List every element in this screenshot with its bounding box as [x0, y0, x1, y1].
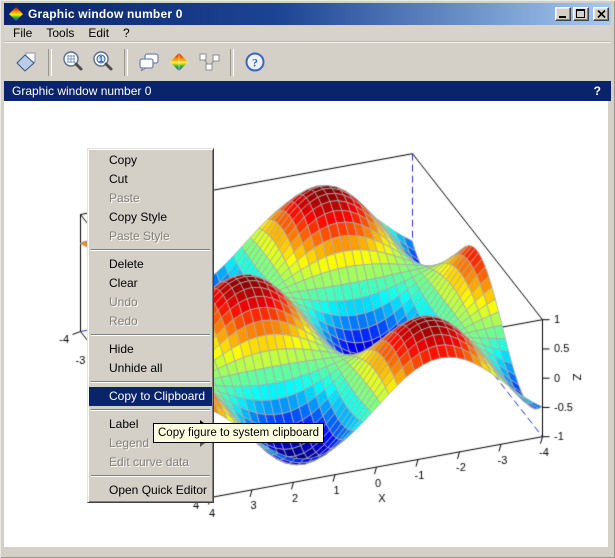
- help-icon: ?: [243, 50, 267, 74]
- menu-item-label: Copy Style: [109, 210, 167, 224]
- menubar-item-help[interactable]: ?: [116, 25, 137, 41]
- menubar-item-tools[interactable]: Tools: [39, 25, 81, 41]
- menu-item-unhide-all[interactable]: Unhide all: [89, 359, 212, 378]
- menu-separator: [89, 472, 212, 481]
- figure-info-text: Graphic window number 0: [12, 84, 594, 98]
- menu-item-copy-to-clipboard[interactable]: Copy to Clipboard: [89, 387, 212, 406]
- menu-item-open-quick-editor[interactable]: Open Quick Editor: [89, 481, 212, 500]
- menu-item-label: Paste: [109, 191, 140, 205]
- figure-info-bar: Graphic window number 0 ?: [4, 81, 611, 101]
- menu-item-edit-curve-data: Edit curve data: [89, 453, 212, 472]
- menu-item-label: Open Quick Editor: [109, 483, 207, 497]
- svg-text:?: ?: [252, 56, 258, 70]
- menu-item-label: Cut: [109, 172, 128, 186]
- menu-item-label: Edit curve data: [109, 455, 189, 469]
- minimize-icon: [558, 9, 568, 19]
- menu-bar: FileToolsEdit?: [4, 25, 611, 42]
- datatips-icon: [197, 50, 221, 74]
- infobar-help-icon[interactable]: ?: [594, 84, 601, 98]
- menu-item-paste-style: Paste Style: [89, 227, 212, 246]
- menu-item-label: Paste Style: [109, 229, 170, 243]
- menu-item-label: Unhide all: [109, 361, 162, 375]
- export-figure-button[interactable]: [14, 49, 40, 75]
- datatips-button[interactable]: [196, 49, 222, 75]
- menu-item-delete[interactable]: Delete: [89, 255, 212, 274]
- menu-item-copy-style[interactable]: Copy Style: [89, 208, 212, 227]
- menu-item-undo: Undo: [89, 293, 212, 312]
- toolbar: 1: [4, 42, 611, 81]
- menu-separator: [89, 246, 212, 255]
- export-figure-icon: [15, 50, 39, 74]
- menubar-item-edit[interactable]: Edit: [81, 25, 116, 41]
- menu-separator: [89, 331, 212, 340]
- original-view-button[interactable]: 1: [90, 49, 116, 75]
- rotate-3d-icon: [167, 50, 191, 74]
- maximize-icon: [576, 9, 586, 19]
- menubar-item-file[interactable]: File: [6, 25, 39, 41]
- svg-text:1: 1: [99, 55, 104, 64]
- menu-item-label: Delete: [109, 257, 144, 271]
- zoom-area-button[interactable]: [60, 49, 86, 75]
- title-bar[interactable]: Graphic window number 0: [4, 3, 611, 25]
- original-view-icon: 1: [91, 50, 115, 74]
- zoom-area-icon: [61, 50, 85, 74]
- menu-item-clear[interactable]: Clear: [89, 274, 212, 293]
- menu-item-paste: Paste: [89, 189, 212, 208]
- menu-item-redo: Redo: [89, 312, 212, 331]
- window-controls: [555, 7, 609, 21]
- figure-properties-button[interactable]: [136, 49, 162, 75]
- menu-item-label: Clear: [109, 276, 138, 290]
- menu-item-label: Copy to Clipboard: [109, 389, 205, 403]
- menu-item-label: Copy: [109, 153, 137, 167]
- menu-separator: [89, 406, 212, 415]
- close-icon: [597, 10, 606, 18]
- menu-item-copy[interactable]: Copy: [89, 151, 212, 170]
- menu-item-cut[interactable]: Cut: [89, 170, 212, 189]
- maximize-button[interactable]: [573, 7, 589, 21]
- tooltip: Copy figure to system clipboard: [153, 423, 324, 443]
- menu-item-label: Hide: [109, 342, 134, 356]
- toolbar-separator: [230, 49, 234, 76]
- figure-properties-icon: [137, 50, 161, 74]
- menu-item-label: Label: [109, 417, 138, 431]
- menu-item-label: Redo: [109, 314, 138, 328]
- toolbar-separator: [48, 49, 52, 76]
- window-title: Graphic window number 0: [28, 7, 555, 21]
- menu-item-label: Legend: [109, 436, 149, 450]
- app-icon: [8, 6, 24, 22]
- menu-separator: [89, 378, 212, 387]
- context-menu: Copy Cut Paste Copy Style Paste Style Delete C…: [87, 148, 214, 503]
- minimize-button[interactable]: [555, 7, 571, 21]
- rotate-3d-button[interactable]: [166, 49, 192, 75]
- toolbar-separator: [124, 49, 128, 76]
- close-button[interactable]: [593, 7, 609, 21]
- menu-item-hide[interactable]: Hide: [89, 340, 212, 359]
- menu-item-label: Undo: [109, 295, 138, 309]
- help-button[interactable]: ?: [242, 49, 268, 75]
